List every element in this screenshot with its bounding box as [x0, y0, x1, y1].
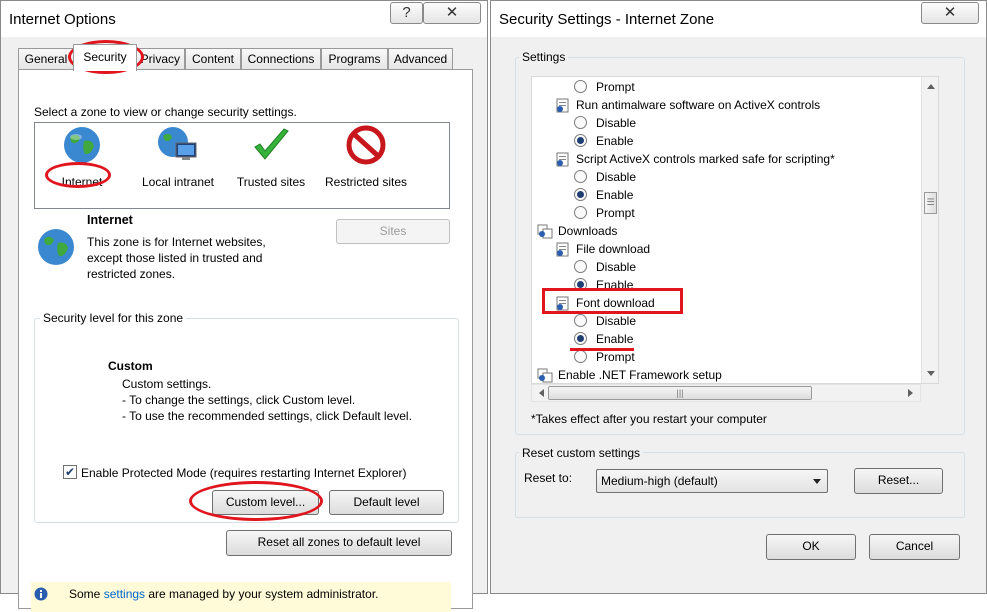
info-icon — [34, 587, 48, 601]
radio-button[interactable] — [574, 188, 587, 201]
security-level-legend: Security level for this zone — [40, 311, 187, 325]
scrollbar-thumb[interactable]: ||| — [548, 386, 812, 400]
custom-level-button[interactable]: Custom level... — [212, 490, 319, 515]
globe-icon — [64, 127, 100, 163]
admin-notice: Some settings are managed by your system… — [31, 582, 451, 612]
no-entry-icon — [346, 125, 386, 165]
level-line: Custom settings. — [122, 377, 212, 391]
protected-mode-checkbox[interactable]: ✔ — [63, 465, 77, 479]
radio-button[interactable] — [574, 278, 587, 291]
scroll-down-arrow-icon[interactable] — [922, 365, 939, 381]
zone-restricted-sites[interactable]: Restricted sites — [318, 125, 414, 189]
globe-icon — [38, 229, 74, 265]
settings-page-icon — [556, 242, 569, 257]
tab-content[interactable]: Content — [185, 48, 241, 69]
restart-note: *Takes effect after you restart your com… — [531, 412, 767, 426]
tab-privacy[interactable]: Privacy — [136, 48, 185, 69]
window-title: Internet Options — [9, 11, 116, 28]
zone-info-line: except those listed in trusted and — [87, 251, 263, 265]
reset-button[interactable]: Reset... — [854, 468, 943, 494]
vertical-scrollbar[interactable]: ☰ — [921, 77, 939, 383]
zone-info-line: This zone is for Internet websites, — [87, 235, 266, 249]
security-tab-page: Select a zone to view or change security… — [18, 69, 473, 612]
radio-button[interactable] — [574, 80, 587, 93]
radio-button[interactable] — [574, 134, 587, 147]
zone-info-title: Internet — [87, 213, 133, 227]
zone-label: Local intranet — [141, 175, 215, 189]
zone-label: Trusted sites — [236, 175, 306, 189]
zone-label: Restricted sites — [324, 175, 408, 189]
close-icon: ✕ — [943, 4, 957, 21]
ok-button[interactable]: OK — [766, 534, 856, 560]
settings-category-icon — [537, 368, 553, 383]
horizontal-scrollbar[interactable]: ||| — [531, 384, 921, 402]
settings-link[interactable]: settings — [104, 587, 145, 601]
settings-page-icon — [556, 152, 569, 167]
reset-all-zones-button[interactable]: Reset all zones to default level — [226, 530, 452, 556]
radio-button[interactable] — [574, 116, 587, 129]
close-button[interactable]: ✕ — [423, 2, 481, 24]
title-bar: Internet Options ? ✕ — [1, 1, 487, 37]
zone-trusted-sites[interactable]: Trusted sites — [231, 125, 311, 189]
radio-button[interactable] — [574, 206, 587, 219]
reset-to-dropdown[interactable]: Medium-high (default) — [596, 469, 828, 493]
zone-list: Internet Local intranet Trusted sites Re… — [34, 122, 450, 209]
tab-programs[interactable]: Programs — [321, 48, 388, 69]
checkmark-icon — [254, 128, 289, 160]
scroll-right-arrow-icon[interactable] — [902, 385, 918, 401]
radio-button[interactable] — [574, 314, 587, 327]
settings-page-icon — [556, 98, 569, 113]
zone-local-intranet[interactable]: Local intranet — [133, 125, 223, 189]
internet-options-window: Internet Options ? ✕ General Security Pr… — [0, 0, 488, 612]
reset-legend: Reset custom settings — [519, 446, 644, 460]
close-button[interactable]: ✕ — [921, 2, 979, 24]
help-button[interactable]: ? — [390, 2, 423, 24]
default-level-button[interactable]: Default level — [329, 490, 444, 515]
protected-mode-label: Enable Protected Mode (requires restarti… — [81, 466, 407, 480]
tab-general[interactable]: General — [18, 48, 74, 69]
zone-info-line: restricted zones. — [87, 267, 176, 281]
admin-notice-text: Some settings are managed by your system… — [69, 587, 379, 601]
help-icon: ? — [402, 4, 411, 21]
cancel-button[interactable]: Cancel — [869, 534, 960, 560]
dropdown-value: Medium-high (default) — [601, 474, 718, 488]
chevron-down-icon — [813, 479, 821, 484]
intranet-icon — [158, 127, 197, 160]
tab-security[interactable]: Security — [73, 44, 137, 71]
security-settings-window: Security Settings - Internet Zone ✕ Sett… — [490, 0, 987, 594]
settings-category-icon — [537, 224, 553, 239]
scroll-up-arrow-icon[interactable] — [922, 79, 939, 95]
zone-label: Internet — [61, 175, 103, 189]
level-line: - To use the recommended settings, click… — [122, 409, 412, 423]
settings-legend: Settings — [519, 50, 569, 64]
settings-tree: Prompt Run antimalware software on Activ… — [531, 76, 939, 384]
zone-prompt: Select a zone to view or change security… — [34, 105, 297, 119]
scrollbar-thumb[interactable]: ☰ — [924, 192, 937, 214]
reset-to-label: Reset to: — [524, 471, 573, 485]
sites-button[interactable]: Sites — [336, 219, 450, 244]
radio-button[interactable] — [574, 170, 587, 183]
settings-page-icon — [556, 296, 569, 311]
close-icon: ✕ — [445, 4, 459, 21]
window-title: Security Settings - Internet Zone — [499, 11, 715, 28]
radio-button[interactable] — [574, 350, 587, 363]
radio-button[interactable] — [574, 260, 587, 273]
tab-advanced[interactable]: Advanced — [388, 48, 453, 69]
zone-internet[interactable]: Internet — [47, 125, 117, 189]
title-bar: Security Settings - Internet Zone ✕ — [491, 1, 986, 37]
tab-connections[interactable]: Connections — [241, 48, 321, 69]
level-name: Custom — [108, 359, 153, 373]
level-line: - To change the settings, click Custom l… — [122, 393, 356, 407]
radio-button[interactable] — [574, 332, 587, 345]
